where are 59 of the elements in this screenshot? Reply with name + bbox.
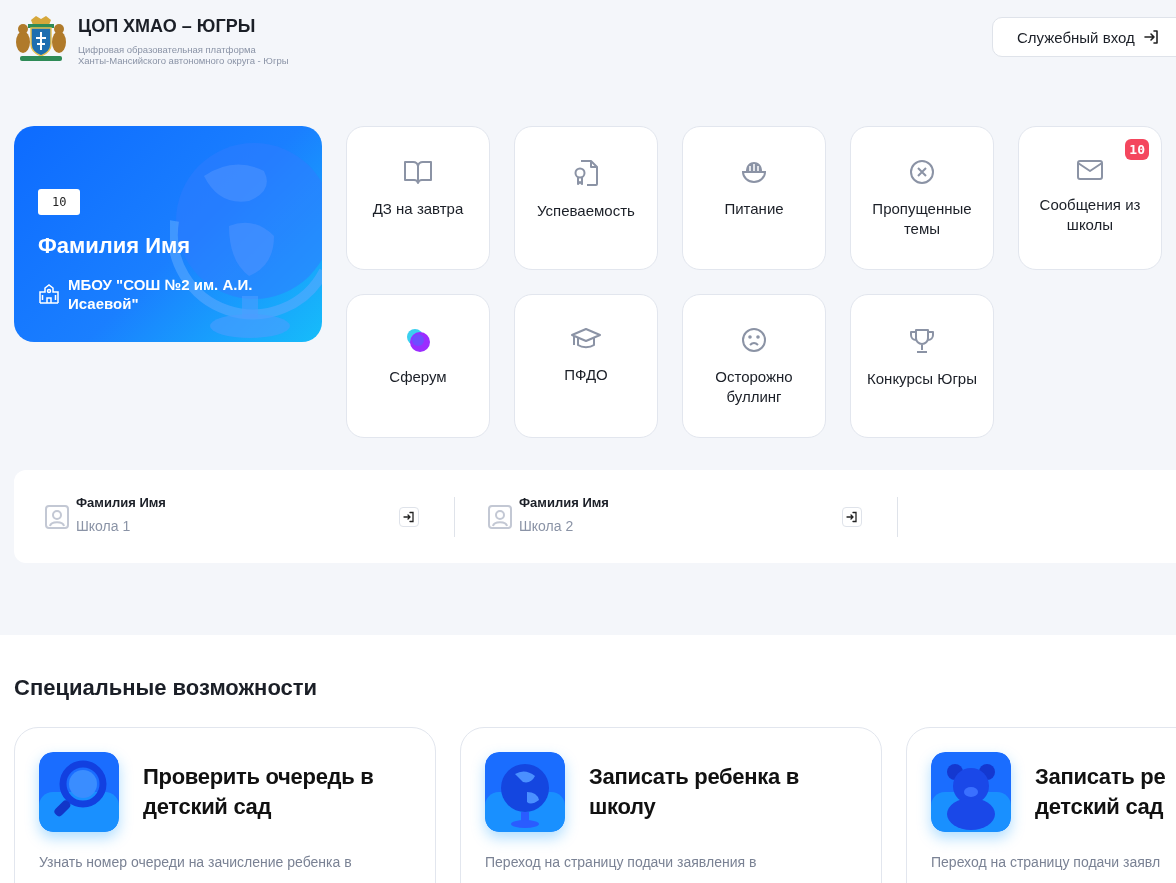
tile-label: ДЗ на завтра	[371, 199, 465, 219]
account-name: Фамилия Имя	[519, 495, 610, 510]
card-title: Проверить очередь в детский сад	[143, 763, 374, 821]
site-title: ЦОП ХМАО – ЮГРЫ	[78, 16, 257, 37]
school-icon	[38, 284, 60, 304]
tile-label: Сообщения из школы	[1038, 195, 1142, 235]
site-subtitle: Ханты-Мансийского автономного округа - Югры	[78, 55, 289, 66]
tile-label: Конкурсы Югры	[866, 369, 978, 389]
tile-label: Пропущенные темы	[871, 199, 973, 239]
service-tile[interactable]: Сферум	[346, 294, 490, 438]
tile-label: Питание	[723, 199, 785, 219]
tile-label: Сферум	[388, 367, 448, 387]
cancel-icon	[909, 159, 935, 185]
feature-card[interactable]: Записать ре детский сад Переход на страницу подачи заявл	[906, 727, 1176, 883]
sign-in-icon	[1142, 28, 1161, 46]
sad-face-icon	[741, 327, 767, 353]
card-title: Записать ребенка в школу	[589, 763, 799, 821]
service-tile[interactable]: ДЗ на завтра	[346, 126, 490, 270]
card-description: Переход на страницу подачи заявления в	[485, 854, 758, 870]
document-icon	[573, 159, 599, 187]
card-description: Переход на страницу подачи заявл	[931, 854, 1162, 870]
account-school: Школа 2	[519, 518, 575, 534]
service-tile[interactable]: Питание	[682, 126, 826, 270]
account-name: Фамилия Имя	[76, 495, 167, 510]
sign-in-button[interactable]	[842, 506, 862, 527]
login-button[interactable]: Служебный вход	[992, 17, 1176, 57]
student-name: Фамилия Имя	[38, 233, 192, 259]
sign-in-icon	[403, 510, 415, 523]
mail-icon	[1076, 159, 1104, 181]
card-description: Узнать номер очереди на зачисление ребенка в	[39, 854, 353, 870]
card-title: Записать ре детский сад	[1035, 763, 1166, 821]
service-tile[interactable]: Пропущенные темы	[850, 126, 994, 270]
bowl-icon	[740, 159, 768, 185]
user-avatar-icon	[487, 503, 513, 530]
coat-of-arms-icon	[14, 14, 68, 64]
tile-label: Успеваемость	[536, 201, 636, 221]
user-avatar-icon	[44, 503, 70, 530]
section-heading: Специальные возможности	[14, 675, 319, 701]
sign-in-button[interactable]	[399, 506, 419, 527]
account-school: Школа 1	[76, 518, 132, 534]
grade-badge: 10	[38, 189, 81, 215]
unread-count-badge: 10	[1125, 139, 1149, 160]
sign-in-icon	[846, 510, 858, 523]
service-tile[interactable]: Успеваемость	[514, 126, 658, 270]
service-tile[interactable]: Конкурсы Югры	[850, 294, 994, 438]
service-tile[interactable]: Сообщения из школы 10	[1018, 126, 1162, 270]
student-card[interactable]: 10 Фамилия Имя МБОУ "СОШ №2 им. А.И. Исаевой"	[14, 126, 322, 342]
site-subtitle: Цифровая образовательная платформа	[78, 44, 257, 55]
book-icon	[403, 159, 433, 185]
trophy-icon	[908, 327, 936, 355]
feature-card[interactable]: Записать ребенка в школу Переход на страницу подачи заявления в	[460, 727, 882, 883]
feature-card[interactable]: Проверить очередь в детский сад Узнать номер очереди на зачисление ребенка в	[14, 727, 436, 883]
service-tile[interactable]: Осторожно буллинг	[682, 294, 826, 438]
school-name: МБОУ "СОШ №2 им. А.И. Исаевой"	[68, 275, 254, 313]
service-tile[interactable]: ПФДО	[514, 294, 658, 438]
tile-label: ПФДО	[563, 365, 609, 385]
sphere-logo-icon	[405, 327, 431, 353]
graduation-cap-icon	[570, 327, 602, 351]
tile-label: Осторожно буллинг	[714, 367, 794, 407]
